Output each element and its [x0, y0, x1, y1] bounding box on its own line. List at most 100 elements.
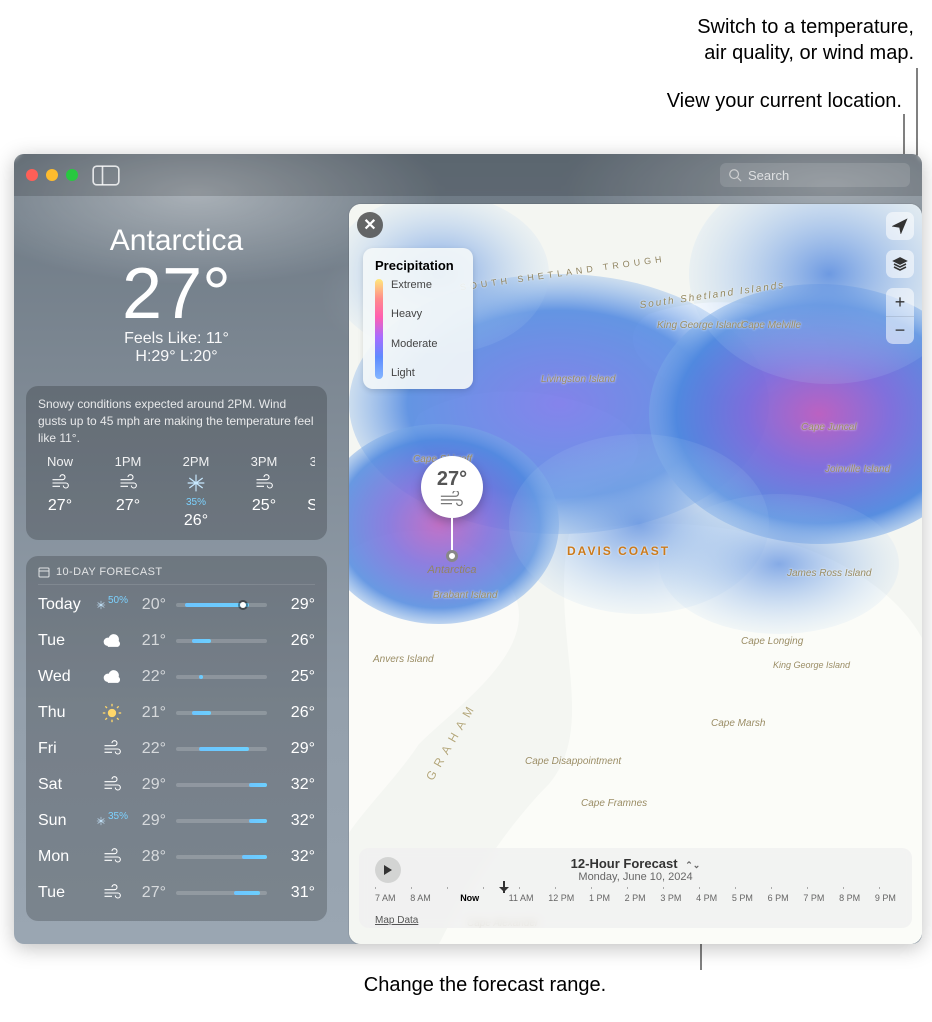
cloud-icon [96, 631, 128, 651]
day-label: Mon [38, 848, 96, 866]
timeline-tick: 7 AM [375, 893, 396, 903]
timeline-range-selector[interactable]: 12-Hour Forecast ⌃⌄ [415, 856, 856, 871]
hour-label: Now [47, 454, 73, 469]
pin-bubble: 27° [421, 456, 483, 518]
forecast-row[interactable]: Mon 28° 32° [38, 839, 315, 875]
sun-icon [96, 703, 128, 723]
map-place-label: Anvers Island [373, 654, 434, 665]
weather-window: Search Antarctica 27° Feels Like: 11° H:… [14, 154, 922, 944]
wind-icon [96, 883, 128, 903]
hour-label: 3PM [251, 454, 278, 469]
hour-value: 27° [116, 497, 140, 515]
high-temp: 25° [277, 668, 315, 686]
zoom-in-button[interactable]: + [886, 288, 914, 316]
ten-day-header: 10-DAY FORECAST [38, 566, 315, 585]
minimize-icon[interactable] [46, 169, 58, 181]
temp-range-bar [176, 819, 267, 823]
toggle-sidebar-button[interactable] [92, 165, 120, 185]
hour-label: 1PM [115, 454, 142, 469]
legend-level: Moderate [391, 338, 437, 350]
map-timeline[interactable]: 12-Hour Forecast ⌃⌄ Monday, June 10, 202… [359, 848, 912, 928]
map-place-label: Brabant Island [433, 590, 498, 601]
play-button[interactable] [375, 857, 401, 883]
map-place-label: Cape Marsh [711, 718, 765, 729]
timeline-tick: 11 AM [509, 893, 534, 903]
timeline-tick: 9 PM [875, 893, 896, 903]
map-place-label: DAVIS COAST [567, 544, 670, 558]
forecast-row[interactable]: Tue 21° 26° [38, 623, 315, 659]
high-temp: 32° [277, 812, 315, 830]
cloud-icon [96, 667, 128, 687]
map-data-link[interactable]: Map Data [375, 915, 418, 926]
day-label: Tue [38, 884, 96, 902]
hourly-card[interactable]: Snowy conditions expected around 2PM. Wi… [26, 386, 327, 540]
hourly-item[interactable]: 3PM 25° [242, 454, 286, 530]
search-placeholder: Search [748, 168, 789, 183]
low-temp: 29° [128, 776, 166, 794]
map-panel[interactable]: SOUTH SHETLAND TROUGHSouth Shetland Isla… [349, 204, 922, 944]
map-pin-current[interactable]: 27° Antarctica [421, 456, 483, 576]
hourly-item[interactable]: 1PM 27° [106, 454, 150, 530]
hourly-scroll[interactable]: Now 27°1PM 27°2PM 35% 26°3PM 25°3:04PM S… [38, 454, 315, 530]
timeline-tick: 7 PM [803, 893, 824, 903]
close-icon[interactable] [26, 169, 38, 181]
timeline-tick: 2 PM [625, 893, 646, 903]
location-arrow-icon [892, 218, 908, 234]
map-layers-button[interactable] [886, 250, 914, 278]
timeline-tick: 1 PM [589, 893, 610, 903]
forecast-row[interactable]: Fri 22° 29° [38, 731, 315, 767]
play-icon [383, 865, 393, 875]
chevron-updown-icon: ⌃⌄ [685, 860, 700, 871]
high-temp: 26° [277, 632, 315, 650]
wind-icon [118, 473, 138, 493]
zoom-out-button[interactable]: − [886, 316, 914, 344]
timeline-tick: 5 PM [732, 893, 753, 903]
snow-icon: 50% [96, 595, 128, 615]
forecast-row[interactable]: Today 50% 20° 29° [38, 587, 315, 623]
map-controls: + − [886, 212, 914, 344]
low-temp: 28° [128, 848, 166, 866]
hourly-item[interactable]: Now 27° [38, 454, 82, 530]
legend-level: Heavy [391, 308, 437, 320]
forecast-row[interactable]: Tue 27° 31° [38, 875, 315, 911]
locate-button[interactable] [886, 212, 914, 240]
timeline-tick: 8 PM [839, 893, 860, 903]
fullscreen-icon[interactable] [66, 169, 78, 181]
ten-day-card[interactable]: 10-DAY FORECAST Today 50% 20° 29°Tue 21°… [26, 556, 327, 921]
hour-value: Sunset [307, 497, 315, 515]
map-place-label: Cape Framnes [581, 798, 647, 809]
hour-label: 3:04PM [310, 454, 315, 469]
legend-labels: ExtremeHeavyModerateLight [391, 279, 437, 379]
pin-temp: 27° [437, 468, 467, 491]
search-input[interactable]: Search [720, 163, 910, 187]
hourly-item[interactable]: 2PM 35% 26° [174, 454, 218, 530]
wind-icon [439, 491, 465, 507]
forecast-row[interactable]: Wed 22° 25° [38, 659, 315, 695]
temp-range-bar [176, 603, 267, 607]
callout-text: Switch to a temperature, air quality, or… [697, 16, 914, 64]
timeline-tick: 4 PM [696, 893, 717, 903]
forecast-row[interactable]: Sat 29° 32° [38, 767, 315, 803]
pin-label: Antarctica [428, 564, 477, 576]
low-temp: 27° [128, 884, 166, 902]
hour-label: 2PM [183, 454, 210, 469]
high-temp: 26° [277, 704, 315, 722]
temp-range-bar [176, 747, 267, 751]
wind-icon [96, 847, 128, 867]
low-temp: 22° [128, 668, 166, 686]
temp-range-bar [176, 891, 267, 895]
timeline-playhead[interactable] [503, 881, 505, 893]
wind-icon [96, 775, 128, 795]
map-place-label: Livingston Island [541, 374, 616, 385]
left-panel: Antarctica 27° Feels Like: 11° H:29° L:2… [14, 196, 339, 944]
low-temp: 21° [128, 632, 166, 650]
timeline-track[interactable]: 7 AM8 AMNow11 AM12 PM1 PM2 PM3 PM4 PM5 P… [375, 887, 896, 911]
forecast-row[interactable]: Sun 35% 29° 32° [38, 803, 315, 839]
legend-level: Light [391, 367, 437, 379]
legend-scale [375, 279, 383, 379]
close-map-button[interactable]: ✕ [357, 212, 383, 238]
forecast-row[interactable]: Thu 21° 26° [38, 695, 315, 731]
wind-icon [96, 739, 128, 759]
hourly-item[interactable]: 3:04PM Sunset [310, 454, 315, 530]
hour-value: 27° [48, 497, 72, 515]
